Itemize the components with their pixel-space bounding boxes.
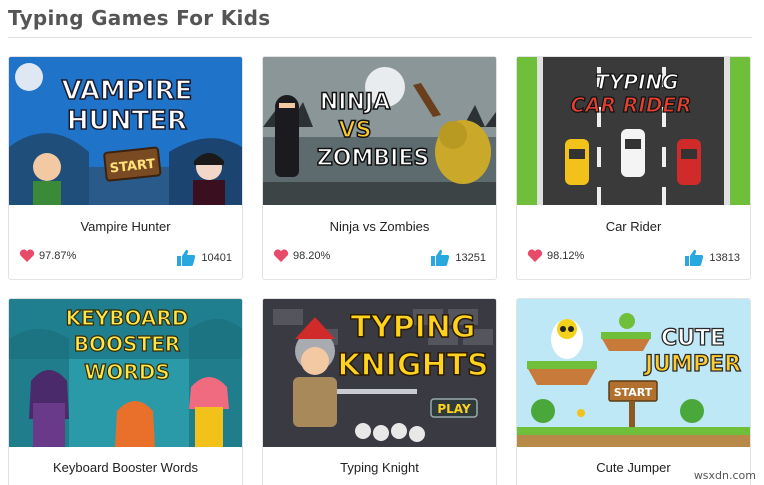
game-card-ninja-vs-zombies[interactable]: NINJA VS ZOMBIES Ninja vs Zombies 98.20%… xyxy=(262,56,497,280)
art-text: CUTE xyxy=(661,326,725,351)
game-thumbnail[interactable]: TYPING CAR RIDER xyxy=(517,57,750,205)
game-title[interactable]: Keyboard Booster Words xyxy=(9,460,242,475)
game-title[interactable]: Vampire Hunter xyxy=(9,219,242,234)
watermark: wsxdn.com xyxy=(693,469,756,482)
game-stats: 98.12% 13813 xyxy=(517,247,750,269)
art-text: WORDS xyxy=(84,360,169,384)
heart-icon xyxy=(19,249,35,262)
art-text: START xyxy=(614,386,653,399)
game-thumbnail[interactable]: CUTE JUMPER START xyxy=(517,299,750,447)
likes: 13251 xyxy=(430,249,486,267)
rating: 97.87% xyxy=(19,249,76,263)
game-card-typing-knight[interactable]: TYPING KNIGHTS PLAY Typing Knight xyxy=(262,298,497,485)
art-text: VS xyxy=(339,118,372,143)
thumbs-up-icon xyxy=(685,249,704,266)
art-text: TYPING xyxy=(595,70,678,94)
thumbs-up-icon xyxy=(431,249,450,266)
art-text: JUMPER xyxy=(643,352,741,377)
game-card-car-rider[interactable]: TYPING CAR RIDER Car Rider 98.12% 13813 xyxy=(516,56,751,280)
likes-count: 13251 xyxy=(455,252,486,264)
game-stats: 97.87% 10401 xyxy=(9,247,242,269)
game-thumbnail[interactable]: VAMPIRE HUNTER START xyxy=(9,57,242,205)
rating: 98.12% xyxy=(527,249,584,263)
game-title[interactable]: Car Rider xyxy=(517,219,750,234)
game-thumbnail[interactable]: NINJA VS ZOMBIES xyxy=(263,57,496,205)
rating-value: 98.12% xyxy=(547,250,585,262)
game-title[interactable]: Ninja vs Zombies xyxy=(263,219,496,234)
art-text: KNIGHTS xyxy=(337,348,488,383)
art-text: VAMPIRE xyxy=(62,76,193,106)
rating: 98.20% xyxy=(273,249,330,263)
game-card-vampire-hunter[interactable]: VAMPIRE HUNTER START Vampire Hunter 97.8… xyxy=(8,56,243,280)
art-text: KEYBOARD xyxy=(66,306,189,330)
game-card-keyboard-booster-words[interactable]: KEYBOARD BOOSTER WORDS Keyboard Booster … xyxy=(8,298,243,485)
likes: 13813 xyxy=(684,249,740,267)
game-card-cute-jumper[interactable]: CUTE JUMPER START Cute Jumper xyxy=(516,298,751,485)
game-thumbnail[interactable]: KEYBOARD BOOSTER WORDS xyxy=(9,299,242,447)
thumbs-up-icon xyxy=(177,249,196,266)
page-title: Typing Games For Kids xyxy=(8,6,271,30)
likes-count: 13813 xyxy=(709,252,740,264)
game-thumbnail[interactable]: TYPING KNIGHTS PLAY xyxy=(263,299,496,447)
heart-icon xyxy=(527,249,543,262)
heart-icon xyxy=(273,249,289,262)
art-text: CAR RIDER xyxy=(570,93,691,117)
rating-value: 97.87% xyxy=(39,250,77,262)
game-stats: 98.20% 13251 xyxy=(263,247,496,269)
game-title[interactable]: Typing Knight xyxy=(263,460,496,475)
likes: 10401 xyxy=(176,249,232,267)
art-text: TYPING xyxy=(350,310,475,345)
section-header: Typing Games For Kids xyxy=(8,0,752,38)
art-text: NINJA xyxy=(320,90,390,115)
rating-value: 98.20% xyxy=(293,250,331,262)
art-text: BOOSTER xyxy=(74,332,180,356)
art-text: PLAY xyxy=(437,402,471,416)
likes-count: 10401 xyxy=(201,252,232,264)
art-text: ZOMBIES xyxy=(317,146,429,171)
art-text: HUNTER xyxy=(67,106,187,136)
